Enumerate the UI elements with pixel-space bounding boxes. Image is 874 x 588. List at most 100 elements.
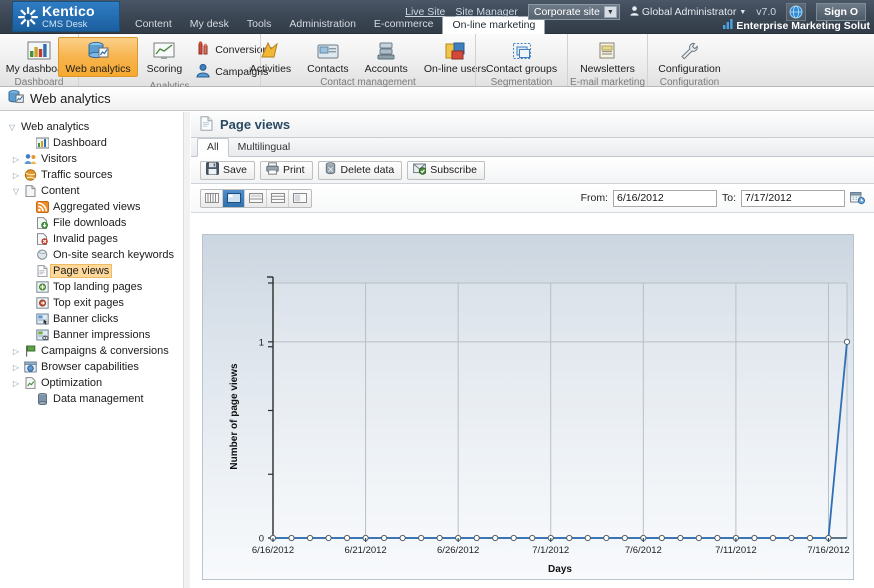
chart-data-point[interactable]: [843, 338, 851, 345]
expander-collapsed-icon[interactable]: ▷: [10, 155, 22, 164]
tree-item-page-views[interactable]: Page views: [0, 263, 189, 279]
ribbon-button-label: Contacts: [307, 63, 349, 75]
tree-item-banner-impressions[interactable]: Banner impressions: [0, 327, 189, 343]
content-tabs: All Multilingual: [191, 138, 874, 157]
tree-item-banner-clicks[interactable]: Banner clicks: [0, 311, 189, 327]
ribbon-button-newsletters[interactable]: Newsletters: [573, 37, 642, 77]
chart-data-point[interactable]: [751, 534, 758, 542]
ribbon-group-analytics: Web analytics Scoring Conversions Campai…: [58, 34, 274, 92]
invalid-page-icon: [34, 233, 50, 245]
chart-data-point[interactable]: [399, 534, 406, 542]
ribbon-button-contact-groups[interactable]: Contact groups: [479, 37, 564, 77]
tree-item-visitors[interactable]: ▷ Visitors: [0, 151, 189, 167]
x-tick-label: 6/16/2012: [252, 545, 294, 556]
chart-data-point[interactable]: [769, 534, 777, 542]
tree-item-campaigns-conversions[interactable]: ▷ Campaigns & conversions: [0, 343, 189, 359]
expander-collapsed-icon[interactable]: ▷: [10, 379, 22, 388]
calendar-icon[interactable]: [850, 191, 865, 205]
nav-tab-content[interactable]: Content: [126, 16, 181, 34]
ribbon-group-configuration: Configuration Configuration: [647, 34, 731, 88]
expander-expanded-icon[interactable]: ▽: [10, 187, 22, 196]
chart-data-point[interactable]: [473, 534, 480, 542]
tree-item-data-management[interactable]: Data management: [0, 391, 189, 407]
page-views-chart[interactable]: 0 1 6/16/2012 6/21/2012 6/26/2012 7/1/2012 7/6…: [202, 234, 854, 580]
to-date-input[interactable]: [741, 189, 845, 207]
chart-data-point[interactable]: [788, 534, 795, 542]
chart-data-point[interactable]: [380, 534, 388, 542]
chart-data-point[interactable]: [714, 534, 721, 542]
tree-item-label: Traffic sources: [41, 169, 113, 181]
tree-item-aggregated-views[interactable]: Aggregated views: [0, 199, 189, 215]
chart-data-point[interactable]: [806, 534, 814, 542]
kentico-logo[interactable]: Kentico CMS Desk: [12, 1, 120, 32]
ribbon-button-activities[interactable]: Activities: [243, 37, 298, 77]
tree-item-invalid-pages[interactable]: Invalid pages: [0, 231, 189, 247]
chart-data-point[interactable]: [584, 534, 591, 542]
nav-tab-my-desk[interactable]: My desk: [181, 16, 238, 34]
chart-data-point[interactable]: [325, 534, 332, 542]
tree-item-file-downloads[interactable]: File downloads: [0, 215, 189, 231]
chart-data-point[interactable]: [343, 534, 351, 542]
newsletters-icon: [595, 40, 619, 62]
chart-data-point[interactable]: [492, 534, 499, 542]
chart-data-point[interactable]: [621, 534, 628, 542]
view-mode-group: [200, 188, 312, 208]
chart-data-point[interactable]: [510, 534, 517, 542]
user-menu[interactable]: Global Administrator ▼: [630, 5, 746, 19]
tree-item-label: On-site search keywords: [53, 249, 175, 261]
expander-expanded-icon[interactable]: ▽: [6, 123, 18, 132]
view-mode-split[interactable]: [267, 189, 289, 207]
live-site-link[interactable]: Live Site: [405, 6, 445, 18]
view-mode-chart-table[interactable]: [245, 189, 267, 207]
print-button[interactable]: Print: [259, 160, 313, 180]
expander-collapsed-icon[interactable]: ▷: [10, 347, 22, 356]
chart-data-point[interactable]: [603, 534, 610, 542]
chart-data-point[interactable]: [566, 534, 573, 542]
ribbon-button-label: Accounts: [364, 63, 408, 75]
tab-all[interactable]: All: [197, 138, 229, 157]
view-mode-table[interactable]: [201, 189, 223, 207]
tree-item-top-exit-pages[interactable]: Top exit pages: [0, 295, 189, 311]
site-manager-link[interactable]: Site Manager: [455, 6, 517, 18]
tree-item-traffic-sources[interactable]: ▷ Traffic sources: [0, 167, 189, 183]
save-button[interactable]: Save: [200, 160, 255, 180]
chart-data-point[interactable]: [695, 534, 702, 542]
chart-data-point[interactable]: [418, 534, 425, 542]
tree-item-web-analytics[interactable]: ▽ Web analytics: [0, 119, 189, 135]
chart-data-point[interactable]: [306, 534, 314, 542]
tree-item-browser-capabilities[interactable]: ▷ Browser capabilities: [0, 359, 189, 375]
nav-tab-administration[interactable]: Administration: [280, 16, 365, 34]
chart-data-point[interactable]: [529, 534, 536, 542]
from-date-input[interactable]: [612, 189, 717, 207]
view-mode-side[interactable]: [289, 189, 311, 207]
site-selector-dropdown[interactable]: Corporate site ▼: [527, 4, 620, 20]
expander-collapsed-icon[interactable]: ▷: [10, 363, 22, 372]
ribbon-button-configuration[interactable]: Configuration: [651, 37, 727, 77]
tab-multilingual[interactable]: Multilingual: [229, 139, 300, 156]
tree-item-on-site-search-keywords[interactable]: On-site search keywords: [0, 247, 189, 263]
ribbon-button-contacts[interactable]: Contacts: [300, 37, 355, 77]
nav-tab-tools[interactable]: Tools: [238, 16, 281, 34]
delete-data-button[interactable]: Delete data: [317, 160, 403, 180]
tree-item-optimization[interactable]: ▷ Optimization: [0, 375, 189, 391]
user-icon: [630, 5, 639, 19]
top-bar: Kentico CMS Desk Content My desk Tools A…: [0, 0, 874, 34]
version-label: v7.0: [756, 6, 777, 18]
ribbon-button-web-analytics[interactable]: Web analytics: [58, 37, 138, 77]
ribbon-button-accounts[interactable]: Accounts: [358, 37, 415, 77]
web-analytics-tree[interactable]: ▽ Web analytics Dashboard ▷ Visitors ▷ T…: [0, 112, 190, 588]
tree-item-content[interactable]: ▽ Content: [0, 183, 189, 199]
chart-data-point[interactable]: [677, 534, 684, 542]
ribbon-button-scoring[interactable]: Scoring: [140, 37, 190, 77]
tree-item-dashboard[interactable]: Dashboard: [0, 135, 189, 151]
chart-data-point[interactable]: [288, 534, 295, 542]
chart-data-point[interactable]: [658, 534, 665, 542]
chart-data-point[interactable]: [436, 534, 443, 542]
expander-collapsed-icon[interactable]: ▷: [10, 171, 22, 180]
ribbon-button-label: Newsletters: [580, 63, 635, 75]
tree-item-top-landing-pages[interactable]: Top landing pages: [0, 279, 189, 295]
view-mode-chart[interactable]: [223, 189, 245, 207]
tree-scrollbar[interactable]: [183, 112, 190, 588]
x-tick-label: 6/26/2012: [437, 545, 479, 556]
subscribe-button[interactable]: Subscribe: [407, 160, 485, 180]
